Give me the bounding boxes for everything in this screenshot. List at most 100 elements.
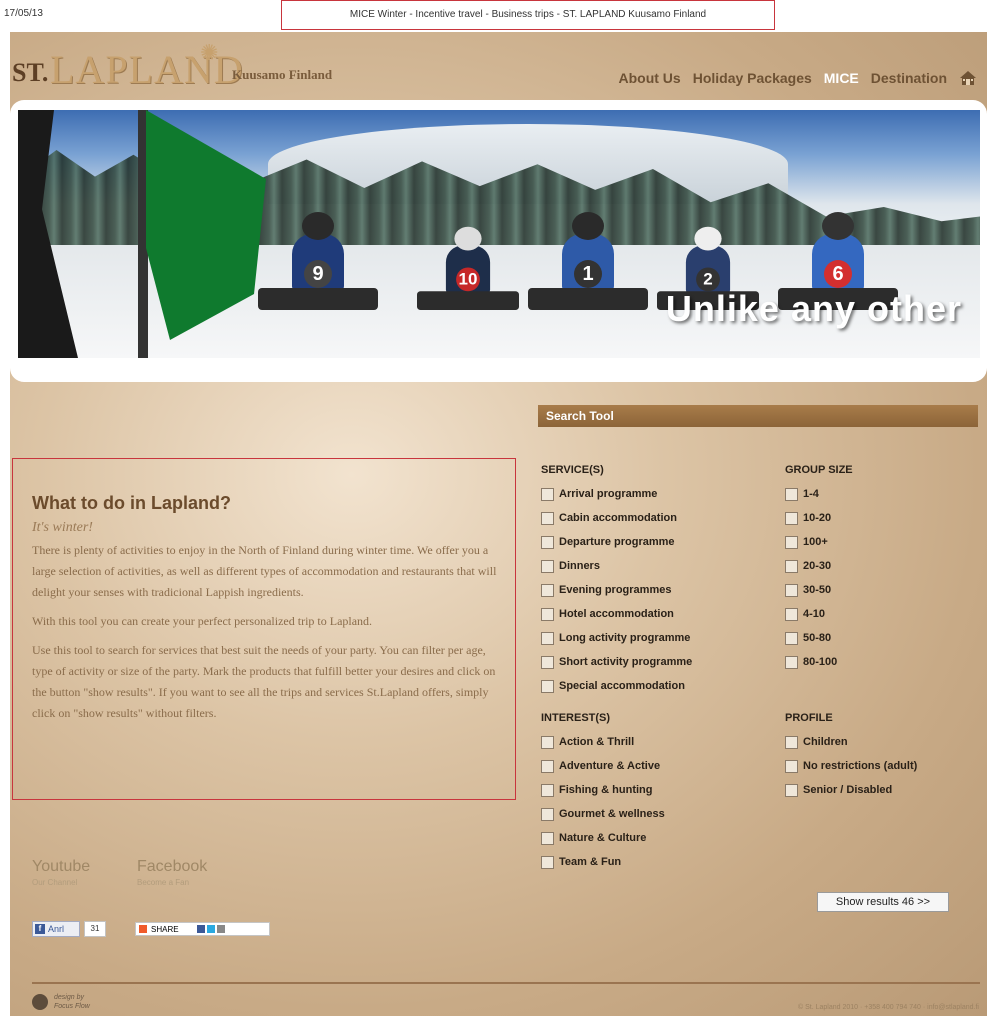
checkbox[interactable] (541, 583, 554, 597)
service-option[interactable]: Arrival programme (541, 482, 692, 506)
checkbox[interactable] (785, 655, 798, 669)
checkbox[interactable] (541, 679, 554, 693)
service-option[interactable]: Short activity programme (541, 650, 692, 674)
print-page-title: MICE Winter - Incentive travel - Busines… (281, 0, 775, 30)
checkbox[interactable] (785, 559, 798, 573)
profile-option[interactable]: No restrictions (adult) (785, 754, 917, 778)
banner-slogan: Unlike any other (665, 288, 962, 329)
group-size-option[interactable]: 30-50 (785, 578, 853, 602)
checkbox[interactable] (785, 535, 798, 549)
main-nav: About Us Holiday Packages MICE Destinati… (618, 70, 977, 86)
checkbox[interactable] (541, 535, 554, 549)
kart: 10 (417, 226, 519, 310)
banner-frame: 9 10 1 2 6 Unlike any other (10, 100, 987, 382)
nav-about-us[interactable]: About Us (618, 70, 680, 86)
facebook-mini-icon (196, 925, 205, 933)
share-label: SHARE (151, 924, 179, 934)
checkbox[interactable] (785, 607, 798, 621)
checkbox[interactable] (541, 807, 554, 821)
profile-option[interactable]: Children (785, 730, 917, 754)
group-size-option[interactable]: 1-4 (785, 482, 853, 506)
interest-option[interactable]: Gourmet & wellness (541, 802, 665, 826)
service-option[interactable]: Dinners (541, 554, 692, 578)
checkbox[interactable] (541, 559, 554, 573)
group-size-option[interactable]: 10-20 (785, 506, 853, 530)
checkbox[interactable] (541, 831, 554, 845)
kart-number: 6 (824, 260, 852, 288)
search-tool-header: Search Tool (538, 405, 978, 427)
page: ST. LAPLAND ✺ Kuusamo Finland About Us H… (10, 32, 987, 1016)
nav-holiday-packages[interactable]: Holiday Packages (693, 70, 812, 86)
checkbox[interactable] (785, 783, 798, 797)
checkbox[interactable] (541, 783, 554, 797)
checkbox[interactable] (541, 487, 554, 501)
checkbox[interactable] (785, 583, 798, 597)
logo-st: ST. (12, 58, 49, 87)
group-size-option[interactable]: 50-80 (785, 626, 853, 650)
service-option[interactable]: Cabin accommodation (541, 506, 692, 530)
intro-paragraph: Use this tool to search for services tha… (32, 643, 496, 720)
interests-column: INTEREST(S) Action & Thrill Adventure & … (541, 712, 665, 874)
checkbox[interactable] (785, 631, 798, 645)
nav-destination[interactable]: Destination (871, 70, 947, 86)
like-count: 31 (84, 921, 106, 937)
print-date: 17/05/13 (4, 8, 43, 19)
checkbox[interactable] (785, 735, 798, 749)
checkbox[interactable] (785, 511, 798, 525)
design-by-label: design by (54, 994, 84, 1001)
services-column: SERVICE(S) Arrival programme Cabin accom… (541, 464, 692, 698)
checkbox[interactable] (541, 607, 554, 621)
service-option[interactable]: Long activity programme (541, 626, 692, 650)
youtube-link[interactable]: Youtube Our Channel (32, 858, 90, 887)
checkbox[interactable] (541, 511, 554, 525)
interests-title: INTEREST(S) (541, 712, 611, 724)
profile-title: PROFILE (785, 712, 833, 724)
like-label: Anrl (48, 924, 65, 934)
checkbox[interactable] (541, 655, 554, 669)
facebook-link[interactable]: Facebook Become a Fan (137, 858, 207, 887)
kart-number: 10 (456, 267, 480, 292)
checkbox[interactable] (541, 855, 554, 869)
youtube-sublabel: Our Channel (32, 878, 78, 887)
nav-mice[interactable]: MICE (824, 70, 859, 86)
checkbox[interactable] (541, 631, 554, 645)
service-option[interactable]: Hotel accommodation (541, 602, 692, 626)
service-option[interactable]: Special accommodation (541, 674, 692, 698)
checkbox[interactable] (785, 759, 798, 773)
profile-option[interactable]: Senior / Disabled (785, 778, 917, 802)
group-size-option[interactable]: 4-10 (785, 602, 853, 626)
facebook-label: Facebook (137, 858, 208, 875)
group-size-option[interactable]: 100+ (785, 530, 853, 554)
intro-subheading: It's winter! (32, 520, 93, 535)
group-size-option[interactable]: 80-100 (785, 650, 853, 674)
interest-option[interactable]: Fishing & hunting (541, 778, 665, 802)
interest-option[interactable]: Adventure & Active (541, 754, 665, 778)
email-mini-icon (216, 925, 225, 933)
youtube-label: Youtube (32, 858, 91, 875)
checkbox[interactable] (541, 735, 554, 749)
checkbox[interactable] (785, 487, 798, 501)
service-option[interactable]: Departure programme (541, 530, 692, 554)
group-size-option[interactable]: 20-30 (785, 554, 853, 578)
share-button[interactable]: SHARE (135, 922, 270, 936)
interest-option[interactable]: Team & Fun (541, 850, 665, 874)
design-credit[interactable]: design by Focus Flow (32, 993, 90, 1011)
like-button[interactable]: f Anrl (32, 921, 80, 937)
checkbox[interactable] (541, 759, 554, 773)
kart: 9 (258, 212, 378, 310)
banner-image: 9 10 1 2 6 Unlike any other (18, 110, 980, 358)
kart-number: 9 (304, 260, 332, 288)
facebook-like-widget[interactable]: f Anrl 31 (32, 921, 106, 937)
show-results-button[interactable]: Show results 46 >> (817, 892, 949, 912)
home-icon[interactable] (959, 70, 977, 86)
service-option[interactable]: Evening programmes (541, 578, 692, 602)
interest-option[interactable]: Nature & Culture (541, 826, 665, 850)
facebook-sublabel: Become a Fan (137, 878, 190, 887)
intro-heading: What to do in Lapland? (32, 493, 231, 513)
intro-paragraph: With this tool you can create your perfe… (32, 614, 373, 628)
profile-column: PROFILE Children No restrictions (adult)… (785, 712, 917, 802)
designer-logo-icon (32, 994, 48, 1010)
logo-subtitle: Kuusamo Finland (232, 67, 333, 82)
kart-number: 1 (574, 260, 602, 288)
interest-option[interactable]: Action & Thrill (541, 730, 665, 754)
